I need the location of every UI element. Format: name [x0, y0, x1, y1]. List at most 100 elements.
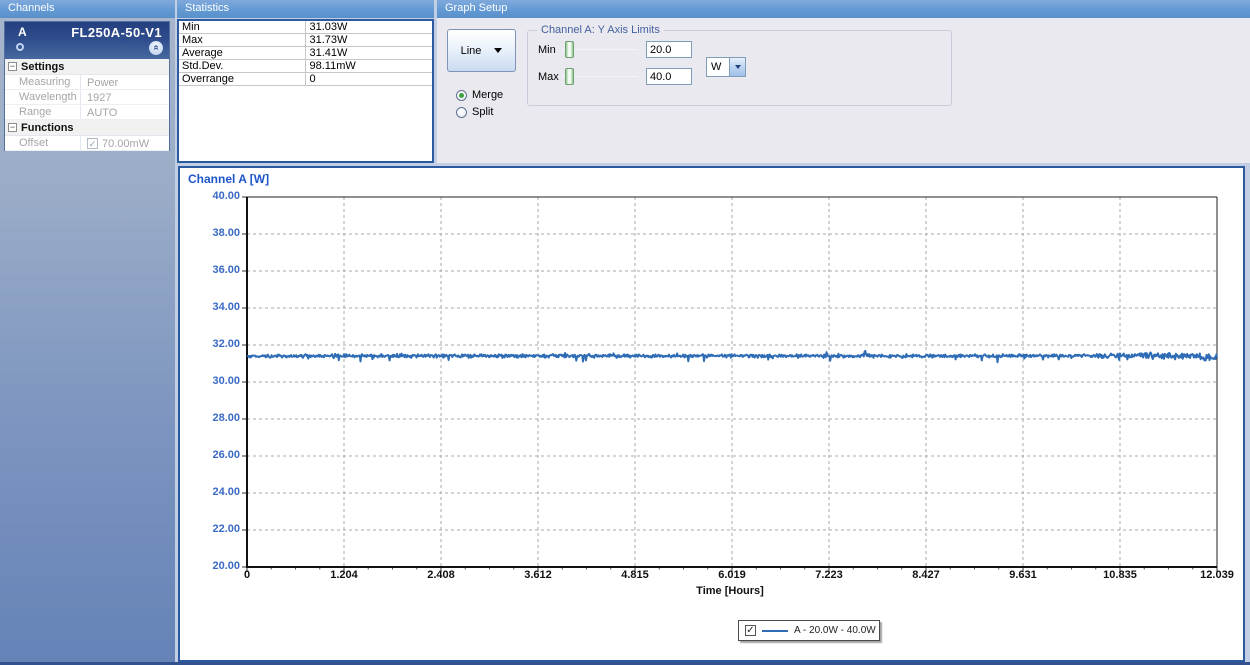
unit-dropdown-button[interactable]: [729, 58, 745, 76]
collapse-channel-button[interactable]: «: [149, 41, 163, 55]
min-slider-thumb[interactable]: [565, 41, 574, 58]
channel-id: A: [18, 25, 27, 39]
chart-title: Channel A [W]: [188, 172, 269, 186]
x-tick-label: 10.835: [1103, 569, 1137, 581]
statistics-panel-header: Statistics: [177, 0, 434, 18]
max-slider[interactable]: [562, 68, 638, 85]
merge-radio[interactable]: [456, 90, 467, 101]
x-tick-label: 7.223: [815, 569, 843, 581]
y-tick-label: 38.00: [194, 227, 240, 239]
y-tick-label: 32.00: [194, 338, 240, 350]
dropdown-arrow-icon: [494, 48, 502, 53]
unit-dropdown[interactable]: W: [706, 57, 746, 77]
channel-card[interactable]: A FL250A-50-V1 « −SettingsMeasuringPower…: [4, 21, 170, 151]
y-axis-limits-title: Channel A: Y Axis Limits: [537, 24, 664, 36]
y-tick-label: 22.00: [194, 523, 240, 535]
min-slider[interactable]: [562, 41, 638, 58]
chart-panel: Channel A [W] 40.00 38.00 36.00 34.00 32.00 3…: [178, 166, 1245, 662]
split-radio-row[interactable]: Split: [456, 106, 493, 118]
stat-row: Max31.73W: [179, 34, 432, 47]
legend-label: A - 20.0W - 40.0W: [794, 625, 876, 636]
graph-setup-panel-header: Graph Setup: [437, 0, 1250, 18]
y-tick-label: 30.00: [194, 375, 240, 387]
graph-setup-panel: Graph Setup Line Channel A: Y Axis Limit…: [437, 0, 1250, 163]
x-tick-label: 2.408: [427, 569, 455, 581]
min-value-input[interactable]: [646, 41, 692, 58]
y-tick-label: 28.00: [194, 412, 240, 424]
property-value-text: AUTO: [87, 107, 117, 119]
property-value-text: Power: [87, 77, 118, 89]
x-tick-label: 12.039: [1200, 569, 1234, 581]
property-label: Offset: [5, 136, 81, 150]
stat-value: 31.03W: [306, 21, 348, 33]
property-label: Range: [5, 105, 81, 119]
stat-label: Average: [179, 47, 306, 59]
max-value-input[interactable]: [646, 68, 692, 85]
y-tick-label: 24.00: [194, 486, 240, 498]
collapse-section-icon[interactable]: −: [8, 62, 17, 71]
statistics-panel: Statistics Min31.03WMax31.73WAverage31.4…: [177, 0, 434, 163]
max-slider-thumb[interactable]: [565, 68, 574, 85]
max-label: Max: [538, 71, 559, 83]
stat-label: Max: [179, 34, 306, 46]
graph-type-dropdown[interactable]: Line: [447, 29, 516, 72]
x-tick-label: 4.815: [621, 569, 649, 581]
channel-model: FL250A-50-V1: [71, 25, 162, 40]
y-tick-label: 34.00: [194, 301, 240, 313]
merge-radio-label: Merge: [472, 89, 503, 101]
property-label: Wavelength: [5, 90, 81, 104]
graph-type-label: Line: [461, 45, 482, 57]
collapse-section-icon[interactable]: −: [8, 123, 17, 132]
channel-card-header: A FL250A-50-V1 «: [5, 22, 169, 59]
stat-row: Average31.41W: [179, 47, 432, 60]
channel-property-grid: −SettingsMeasuringPowerWavelength1927Ran…: [5, 59, 169, 151]
section-header[interactable]: −Settings: [5, 59, 169, 75]
y-tick-label: 36.00: [194, 264, 240, 276]
property-value: 1927: [81, 90, 111, 104]
merge-radio-row[interactable]: Merge: [456, 89, 503, 101]
stat-label: Min: [179, 21, 306, 33]
property-row: Wavelength 1927: [5, 90, 169, 105]
y-tick-label: 20.00: [194, 560, 240, 572]
split-radio-label: Split: [472, 106, 493, 118]
graph-setup-body: Line Channel A: Y Axis Limits Min Max W: [437, 18, 1250, 163]
x-tick-label: 8.427: [912, 569, 940, 581]
channels-panel: Channels A FL250A-50-V1 « −SettingsMeasu…: [0, 0, 175, 662]
dropdown-arrow-icon: [735, 65, 741, 69]
legend-line-sample: [762, 630, 788, 632]
offset-checkbox[interactable]: ✓: [87, 138, 98, 149]
stat-row: Overrange0: [179, 73, 432, 86]
chart-legend[interactable]: ✓ A - 20.0W - 40.0W: [738, 620, 880, 641]
stat-label: Std.Dev.: [179, 60, 306, 72]
section-header[interactable]: −Functions: [5, 120, 169, 136]
section-title: Settings: [21, 61, 64, 73]
property-row: Offset ✓ 70.00mW: [5, 136, 169, 151]
y-tick-label: 40.00: [194, 190, 240, 202]
x-tick-label: 1.204: [330, 569, 358, 581]
property-row: Measuring Power: [5, 75, 169, 90]
stat-row: Std.Dev.98.11mW: [179, 60, 432, 73]
property-value-text: 1927: [87, 92, 111, 104]
x-tick-label: 9.631: [1009, 569, 1037, 581]
stat-value: 98.11mW: [306, 60, 356, 72]
stat-value: 31.73W: [306, 34, 348, 46]
stat-row: Min31.03W: [179, 21, 432, 34]
x-tick-label: 3.612: [524, 569, 552, 581]
split-radio[interactable]: [456, 107, 467, 118]
channels-panel-header: Channels: [0, 0, 175, 18]
property-value: AUTO: [81, 105, 117, 119]
section-title: Functions: [21, 122, 74, 134]
stat-value: 0: [306, 73, 316, 85]
statistics-table: Min31.03WMax31.73WAverage31.41WStd.Dev.9…: [177, 19, 434, 163]
chevron-up-icon: «: [150, 45, 163, 51]
property-label: Measuring: [5, 75, 81, 89]
x-tick-label: 0: [244, 569, 250, 581]
plot-area[interactable]: [239, 195, 1221, 579]
stat-label: Overrange: [179, 73, 306, 85]
channel-status-icon: [16, 43, 24, 51]
x-axis-title: Time [Hours]: [696, 585, 764, 597]
property-value-text: 70.00mW: [102, 138, 149, 150]
legend-checkbox[interactable]: ✓: [745, 625, 756, 636]
property-value: Power: [81, 75, 118, 89]
stat-value: 31.41W: [306, 47, 348, 59]
